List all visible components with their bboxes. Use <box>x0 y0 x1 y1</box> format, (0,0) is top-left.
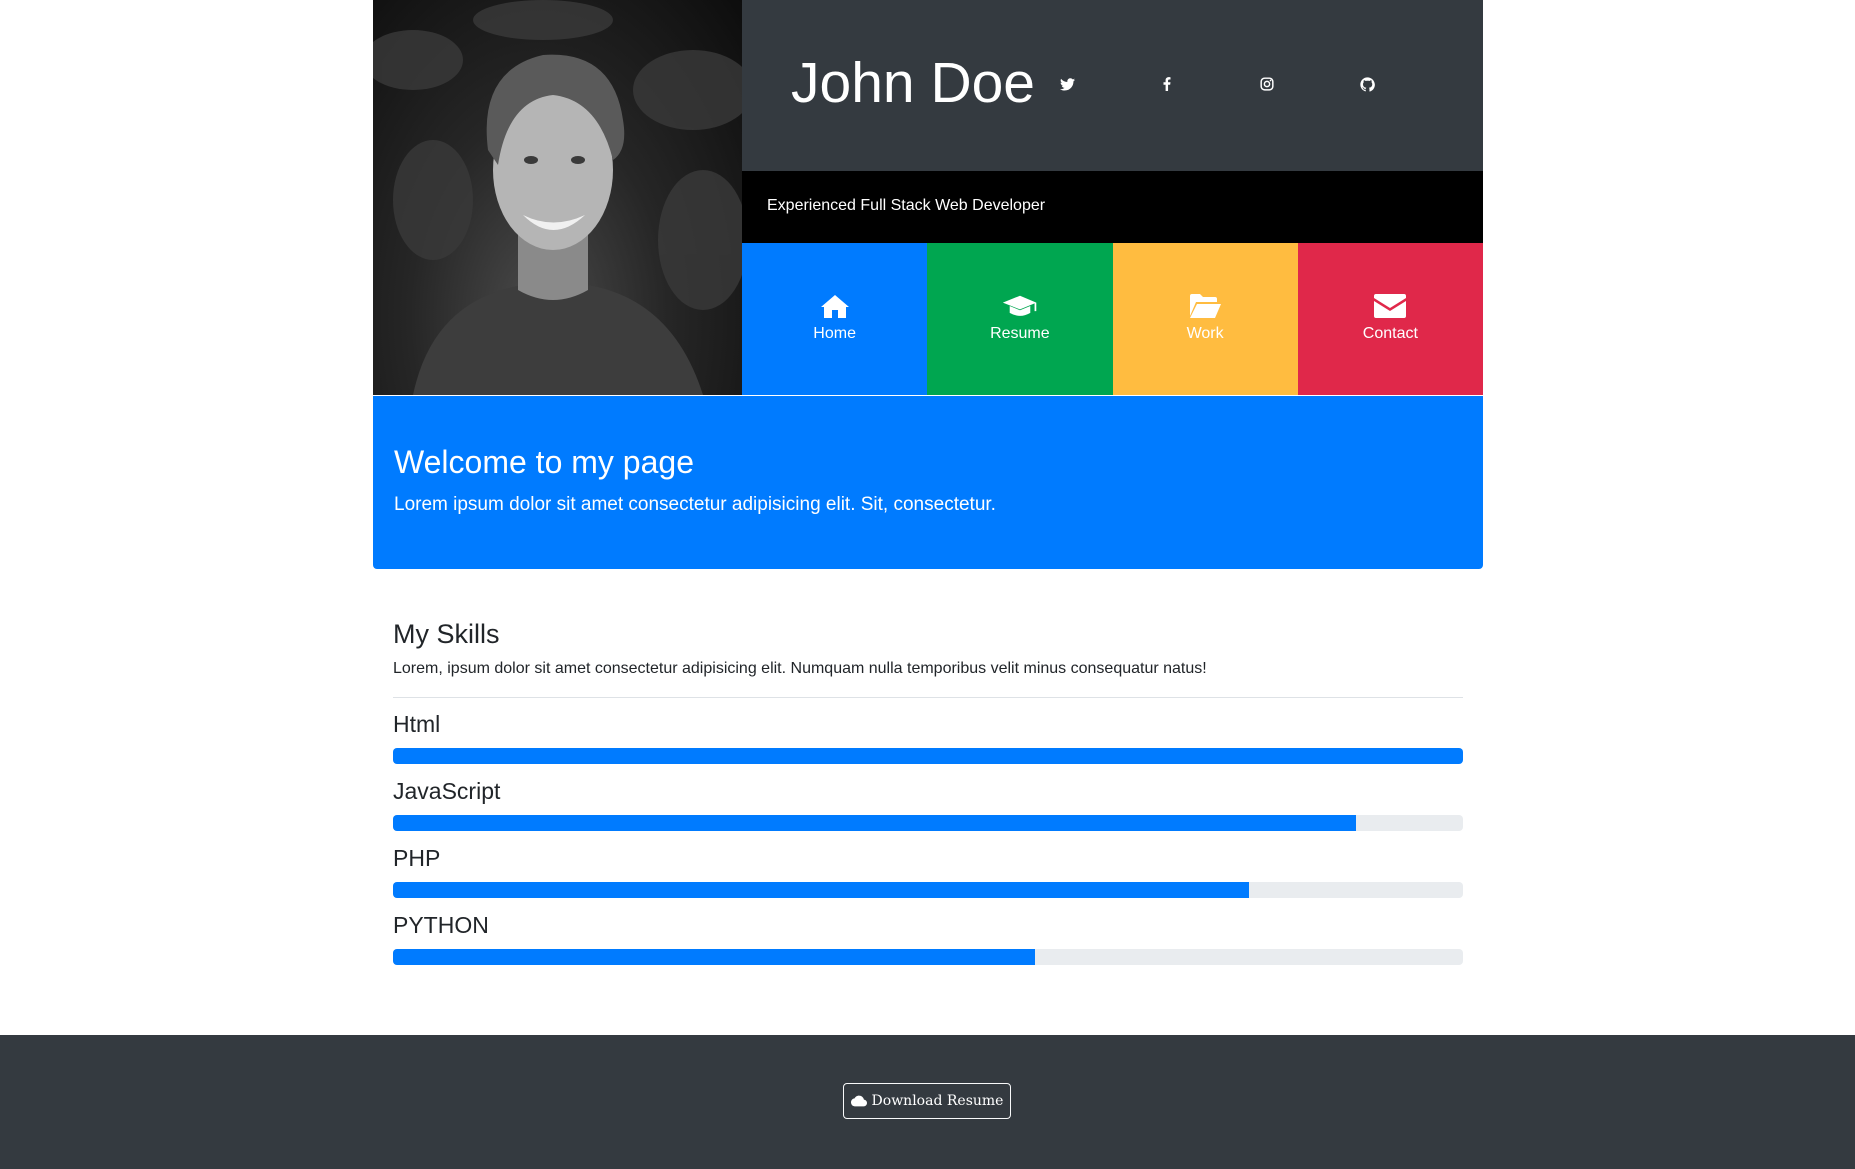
facebook-link[interactable] <box>1155 72 1179 96</box>
skill-list: Html JavaScript PHP PYTHON <box>393 710 1463 965</box>
skill-name: PHP <box>393 845 441 871</box>
subtitle-bar: Experienced Full Stack Web Developer <box>742 171 1483 243</box>
skills-section: My Skills Lorem, ipsum dolor sit amet co… <box>393 616 1463 978</box>
welcome-text: Lorem ipsum dolor sit amet consectetur a… <box>394 494 996 515</box>
skills-intro: Lorem, ipsum dolor sit amet consectetur … <box>393 660 1207 677</box>
profile-photo <box>373 0 742 395</box>
skill-progress-fill <box>393 815 1356 831</box>
nav-item-label: Home <box>813 325 856 342</box>
github-icon <box>1359 76 1375 92</box>
footer: Download Resume <box>0 1035 1855 1169</box>
main-nav: Home Resume Work Contact <box>742 243 1483 395</box>
instagram-link[interactable] <box>1255 72 1279 96</box>
nav-item-label: Contact <box>1362 325 1418 342</box>
skill-item: Html <box>393 710 1463 764</box>
skill-item: PYTHON <box>393 911 1463 965</box>
nav-item-label: Resume <box>990 325 1050 342</box>
welcome-title: Welcome to my page <box>394 444 694 480</box>
skill-progress <box>393 882 1463 898</box>
cloud-icon <box>850 1095 867 1107</box>
skill-progress-fill <box>393 949 1035 965</box>
divider <box>393 697 1463 698</box>
skill-item: PHP <box>393 844 1463 898</box>
envelope-icon <box>1372 291 1408 321</box>
folder-open-icon <box>1187 291 1223 321</box>
skill-name: JavaScript <box>393 778 501 804</box>
nav-item-work[interactable]: Work <box>1112 243 1298 395</box>
skill-progress-fill <box>393 748 1463 764</box>
skill-progress <box>393 949 1463 965</box>
home-icon <box>817 291 853 321</box>
skills-title: My Skills <box>393 619 500 649</box>
facebook-icon <box>1163 77 1171 91</box>
tagline: Experienced Full Stack Web Developer <box>767 197 1046 214</box>
skill-progress-fill <box>393 882 1249 898</box>
github-link[interactable] <box>1355 72 1379 96</box>
download-resume-label: Download Resume <box>871 1093 1004 1109</box>
graduation-cap-icon <box>1002 291 1038 321</box>
page-container: John Doe Experienced Full Stack Web Deve… <box>373 0 1483 965</box>
instagram-icon <box>1260 77 1274 91</box>
skill-item: JavaScript <box>393 777 1463 831</box>
skill-progress <box>393 748 1463 764</box>
profile-photo-art <box>373 0 742 395</box>
download-resume-button[interactable]: Download Resume <box>843 1083 1011 1119</box>
nav-item-resume[interactable]: Resume <box>927 243 1113 395</box>
skill-progress <box>393 815 1463 831</box>
twitter-icon <box>1059 77 1075 90</box>
nav-item-home[interactable]: Home <box>742 243 928 395</box>
twitter-link[interactable] <box>1055 72 1079 96</box>
welcome-banner: Welcome to my page Lorem ipsum dolor sit… <box>373 396 1483 569</box>
site-owner-name: John Doe <box>791 51 1036 115</box>
header: John Doe Experienced Full Stack Web Deve… <box>373 0 1483 395</box>
skill-name: PYTHON <box>393 912 489 938</box>
title-bar: John Doe <box>742 0 1483 171</box>
skill-name: Html <box>393 711 441 737</box>
nav-item-contact[interactable]: Contact <box>1297 243 1483 395</box>
nav-item-label: Work <box>1186 325 1224 342</box>
